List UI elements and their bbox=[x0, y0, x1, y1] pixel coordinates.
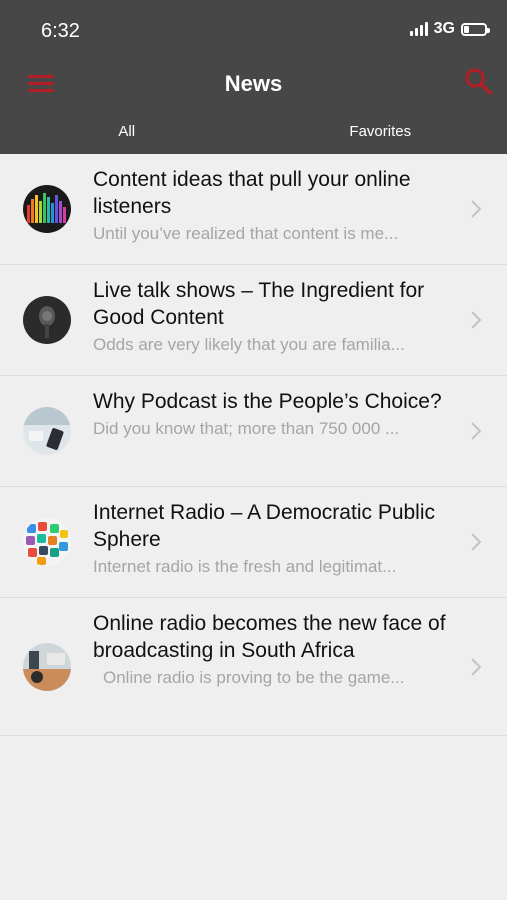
chevron-right-icon bbox=[471, 200, 482, 218]
search-icon[interactable] bbox=[463, 66, 493, 96]
article-thumbnail bbox=[23, 642, 71, 691]
article-title: Why Podcast is the People’s Choice? bbox=[93, 390, 442, 413]
article-snippet: Until you’ve realized that content is me… bbox=[93, 224, 399, 243]
article-snippet: Online radio is proving to be the game..… bbox=[103, 668, 405, 687]
article-thumbnail bbox=[23, 407, 71, 455]
status-time: 6:32 bbox=[41, 20, 80, 42]
chevron-right-icon bbox=[471, 311, 482, 329]
article-snippet: Odds are very likely that you are famili… bbox=[93, 335, 405, 354]
chevron-right-icon bbox=[471, 657, 482, 676]
news-item[interactable]: Why Podcast is the People’s Choice? Did … bbox=[0, 376, 507, 487]
status-bar: 6:32 3G bbox=[0, 0, 507, 60]
news-item[interactable]: Online radio becomes the new face of bro… bbox=[0, 598, 507, 736]
page-title: News bbox=[224, 71, 283, 96]
battery-icon bbox=[461, 22, 490, 36]
tab-all[interactable]: All bbox=[0, 110, 254, 154]
article-thumbnail bbox=[23, 518, 71, 566]
nav-bar: News bbox=[0, 60, 507, 110]
tab-favorites[interactable]: Favorites bbox=[254, 110, 507, 154]
chevron-right-icon bbox=[471, 422, 482, 440]
article-snippet: Did you know that; more than 750 000 ... bbox=[93, 419, 400, 438]
news-item[interactable]: Content ideas that pull your online list… bbox=[0, 154, 507, 265]
article-title: Online radio becomes the new face of bro… bbox=[93, 612, 446, 662]
chevron-right-icon bbox=[471, 533, 482, 551]
article-thumbnail bbox=[23, 185, 71, 233]
network-type: 3G bbox=[433, 20, 455, 37]
article-title: Content ideas that pull your online list… bbox=[93, 168, 411, 218]
status-indicators: 3G bbox=[409, 20, 490, 38]
news-item[interactable]: Internet Radio – A Democratic Public Sph… bbox=[0, 487, 507, 598]
article-title: Internet Radio – A Democratic Public Sph… bbox=[93, 501, 436, 551]
news-list: Content ideas that pull your online list… bbox=[0, 154, 507, 736]
article-title: Live talk shows – The Ingredient for Goo… bbox=[93, 279, 425, 329]
article-thumbnail bbox=[23, 296, 71, 344]
news-item[interactable]: Live talk shows – The Ingredient for Goo… bbox=[0, 265, 507, 376]
tab-bar: All Favorites bbox=[0, 110, 507, 154]
signal-icon bbox=[409, 22, 428, 36]
article-snippet: Internet radio is the fresh and legitima… bbox=[93, 557, 397, 576]
